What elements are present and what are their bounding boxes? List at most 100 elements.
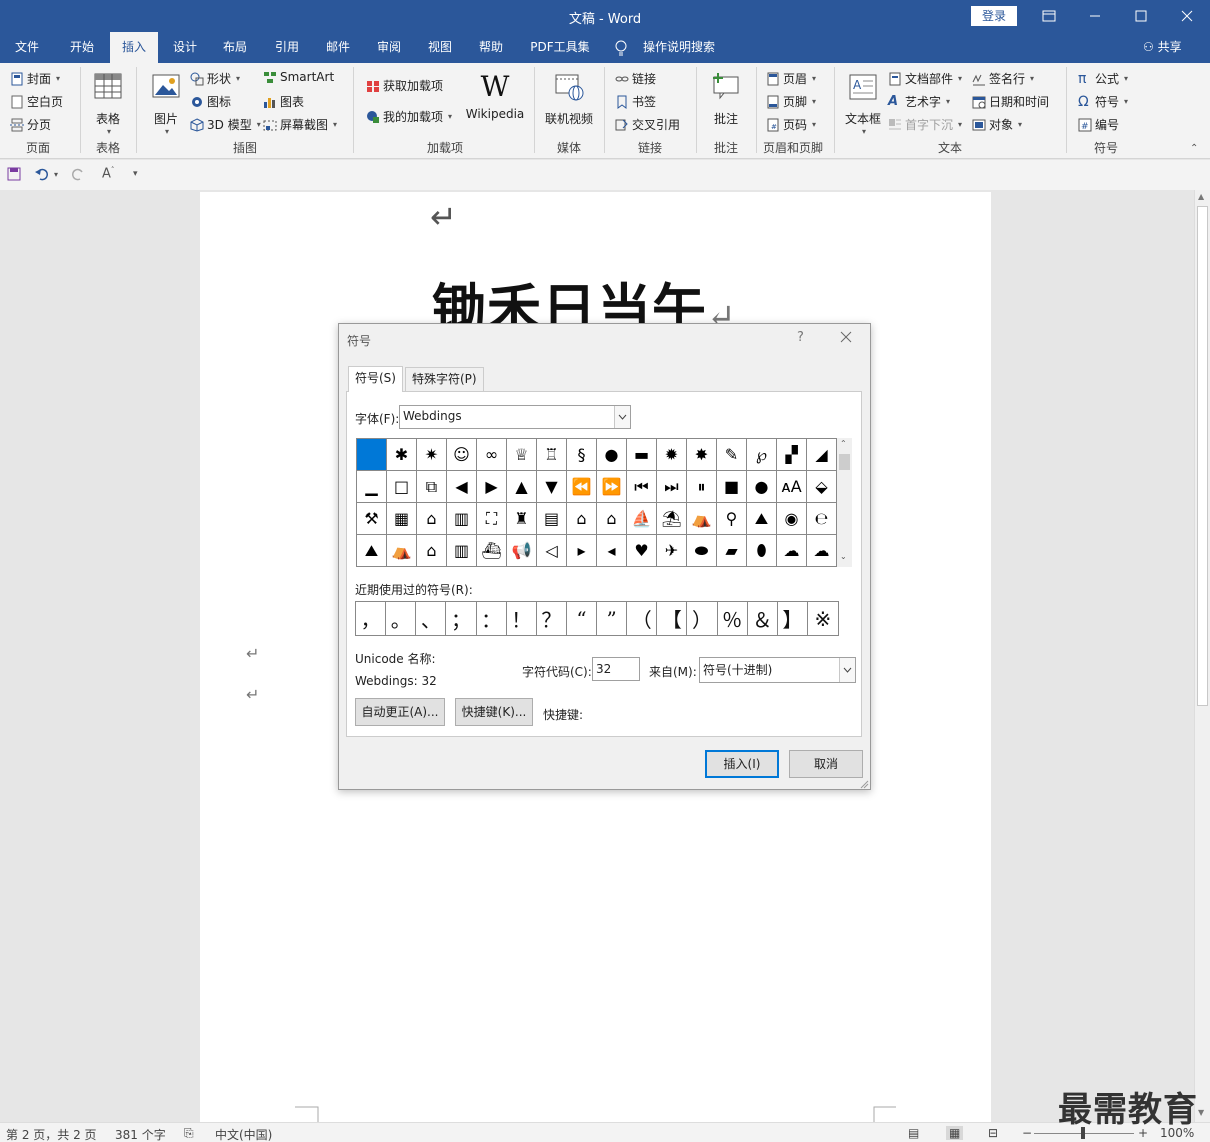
help-button[interactable]: ? bbox=[797, 330, 804, 345]
symbol-cell[interactable]: ⛶ bbox=[477, 503, 507, 535]
tab-pdf-tools[interactable]: PDF工具集 bbox=[524, 32, 596, 63]
page-number-button[interactable]: # 页码 ▾ bbox=[766, 116, 816, 133]
print-layout-icon[interactable]: ▦ bbox=[946, 1126, 964, 1140]
blank-page-button[interactable]: 空白页 bbox=[10, 93, 63, 110]
symbol-cell[interactable]: ⌂ bbox=[417, 535, 447, 567]
recent-symbol-cell[interactable]: 。 bbox=[386, 602, 417, 635]
tab-file[interactable]: 文件 bbox=[8, 32, 46, 63]
tab-references[interactable]: 引用 bbox=[266, 32, 308, 63]
symbol-cell[interactable]: ▶ bbox=[477, 471, 507, 503]
my-addins-button[interactable]: 我的加载项 ▾ bbox=[366, 108, 452, 125]
symbol-cell[interactable]: ▥ bbox=[447, 503, 477, 535]
get-addins-button[interactable]: 获取加载项 bbox=[366, 77, 443, 94]
online-video-button[interactable]: 联机视频 bbox=[542, 71, 596, 127]
undo-icon[interactable] bbox=[35, 167, 51, 181]
tab-mailings[interactable]: 邮件 bbox=[317, 32, 359, 63]
symbol-cell[interactable]: ⏪ bbox=[567, 471, 597, 503]
symbol-grid[interactable]: ✱ ✷ ☺ ∞ ♕ ♖ § ● ▬ ✹ ✸ ✎ ℘ ▞ ◢ ▁ □ ⧉ ◀ ▶ ▲ ▼ ⏪ ⏩ ⏮ ⏭ ⏸ ■ ● ᴀA ⬙ ⚒ ▦ ⌂ ▥ ⛶ ♜ ▤ ⌂… bbox=[356, 438, 837, 567]
3d-model-button[interactable]: 3D 模型 ▾ bbox=[190, 116, 261, 133]
cross-reference-button[interactable]: 交叉引用 bbox=[615, 116, 680, 133]
wikipedia-button[interactable]: W Wikipedia bbox=[464, 71, 526, 122]
dropcap-button[interactable]: 首字下沉 ▾ bbox=[888, 116, 962, 133]
tell-me-search[interactable]: 操作说明搜索 bbox=[636, 32, 722, 63]
login-button[interactable]: 登录 bbox=[971, 6, 1017, 26]
symbol-grid-scrollbar[interactable]: ⌃ ⌄ bbox=[837, 438, 852, 567]
symbol-cell[interactable]: ◀ bbox=[447, 471, 477, 503]
recent-symbol-cell[interactable]: “ bbox=[567, 602, 597, 635]
recent-symbol-cell[interactable]: ： bbox=[477, 602, 507, 635]
symbol-cell[interactable]: □ bbox=[387, 471, 417, 503]
recent-symbol-cell[interactable]: ） bbox=[687, 602, 718, 635]
shortcut-key-button[interactable]: 快捷键(K)... bbox=[455, 698, 533, 726]
symbol-cell[interactable]: ▞ bbox=[777, 439, 807, 471]
customize-qat-icon[interactable]: ▾ bbox=[133, 169, 138, 179]
symbol-cell[interactable]: ℘ bbox=[747, 439, 777, 471]
char-code-input[interactable]: 32 bbox=[592, 657, 640, 681]
symbol-cell[interactable]: ▲ bbox=[507, 471, 537, 503]
recent-symbol-cell[interactable]: ※ bbox=[808, 602, 838, 635]
recent-symbols-grid[interactable]: ，。、；：！？ “” （【）％＆】 ※ bbox=[355, 601, 839, 636]
symbol-cell[interactable]: ⏭ bbox=[657, 471, 687, 503]
font-select[interactable]: Webdings bbox=[399, 405, 631, 429]
symbol-cell[interactable]: ▼ bbox=[537, 471, 567, 503]
symbol-button[interactable]: Ω 符号 ▾ bbox=[1078, 93, 1128, 110]
symbol-cell[interactable]: ♖ bbox=[537, 439, 567, 471]
share-button[interactable]: ⚇ 共享 bbox=[1143, 32, 1182, 63]
tab-symbols[interactable]: 符号(S) bbox=[348, 366, 403, 392]
recent-symbol-cell[interactable]: 、 bbox=[416, 602, 447, 635]
symbol-cell[interactable]: ⚲ bbox=[717, 503, 747, 535]
symbol-cell[interactable]: ☁ bbox=[777, 535, 807, 567]
symbol-cell[interactable]: ☺ bbox=[447, 439, 477, 471]
recent-symbol-cell[interactable]: ％ bbox=[718, 602, 748, 635]
tab-review[interactable]: 审阅 bbox=[368, 32, 410, 63]
scroll-down-icon[interactable]: ▼ bbox=[1198, 1108, 1204, 1117]
recent-symbol-cell[interactable]: ” bbox=[597, 602, 628, 635]
symbol-cell[interactable]: § bbox=[567, 439, 597, 471]
recent-symbol-cell[interactable]: ！ bbox=[507, 602, 537, 635]
symbol-cell[interactable]: ▤ bbox=[537, 503, 567, 535]
bookmark-button[interactable]: 书签 bbox=[615, 93, 656, 110]
symbol-cell[interactable]: ▁ bbox=[357, 471, 387, 503]
recent-symbol-cell[interactable]: ？ bbox=[537, 602, 567, 635]
symbol-cell[interactable]: 📢 bbox=[507, 535, 537, 567]
table-button[interactable]: 表格 ▾ bbox=[88, 71, 128, 136]
symbol-cell[interactable]: ⏸ bbox=[687, 471, 717, 503]
close-icon[interactable] bbox=[839, 330, 853, 344]
symbol-cell[interactable]: ⏩ bbox=[597, 471, 627, 503]
symbol-cell[interactable]: ᴀA bbox=[777, 471, 807, 503]
maximize-button[interactable] bbox=[1118, 0, 1164, 32]
symbol-cell[interactable]: ✷ bbox=[417, 439, 447, 471]
symbol-cell[interactable]: ◁ bbox=[537, 535, 567, 567]
zoom-out-icon[interactable]: − bbox=[1022, 1126, 1032, 1140]
signature-line-button[interactable]: 签名行 ▾ bbox=[972, 70, 1034, 87]
page-count[interactable]: 第 2 页，共 2 页 bbox=[6, 1126, 97, 1142]
cancel-button[interactable]: 取消 bbox=[789, 750, 863, 778]
collapse-ribbon-button[interactable]: ⌃ bbox=[1190, 143, 1198, 154]
cover-page-button[interactable]: 封面 ▾ bbox=[10, 70, 60, 87]
close-window-button[interactable] bbox=[1164, 0, 1210, 32]
wordart-button[interactable]: A 艺术字 ▾ bbox=[888, 93, 950, 110]
equation-button[interactable]: π 公式 ▾ bbox=[1078, 70, 1128, 87]
chart-button[interactable]: 图表 bbox=[263, 93, 304, 110]
language-indicator[interactable]: 中文(中国) bbox=[215, 1126, 272, 1142]
word-count[interactable]: 381 个字 bbox=[115, 1126, 166, 1142]
symbol-cell[interactable]: ⬬ bbox=[687, 535, 717, 567]
footer-button[interactable]: 页脚 ▾ bbox=[766, 93, 816, 110]
symbol-cell[interactable]: ● bbox=[747, 471, 777, 503]
scrollbar-thumb[interactable] bbox=[839, 454, 850, 470]
symbol-cell[interactable]: ⬙ bbox=[807, 471, 837, 503]
symbol-cell[interactable]: ♕ bbox=[507, 439, 537, 471]
autocorrect-button[interactable]: 自动更正(A)... bbox=[355, 698, 445, 726]
scroll-up-icon[interactable]: ▲ bbox=[1198, 192, 1204, 201]
symbol-cell[interactable]: ◢ bbox=[807, 439, 837, 471]
save-icon[interactable] bbox=[7, 167, 21, 181]
minimize-button[interactable] bbox=[1072, 0, 1118, 32]
read-mode-icon[interactable]: ▤ bbox=[908, 1126, 919, 1140]
symbol-cell[interactable]: ◂ bbox=[597, 535, 627, 567]
symbol-cell[interactable]: ⛱ bbox=[657, 503, 687, 535]
font-size-icon[interactable]: A˄ bbox=[102, 166, 114, 181]
resize-grip-icon[interactable] bbox=[859, 779, 869, 789]
symbol-cell[interactable]: ▰ bbox=[717, 535, 747, 567]
screenshot-button[interactable]: 屏幕截图 ▾ bbox=[263, 116, 337, 133]
tab-special-characters[interactable]: 特殊字符(P) bbox=[405, 367, 484, 391]
